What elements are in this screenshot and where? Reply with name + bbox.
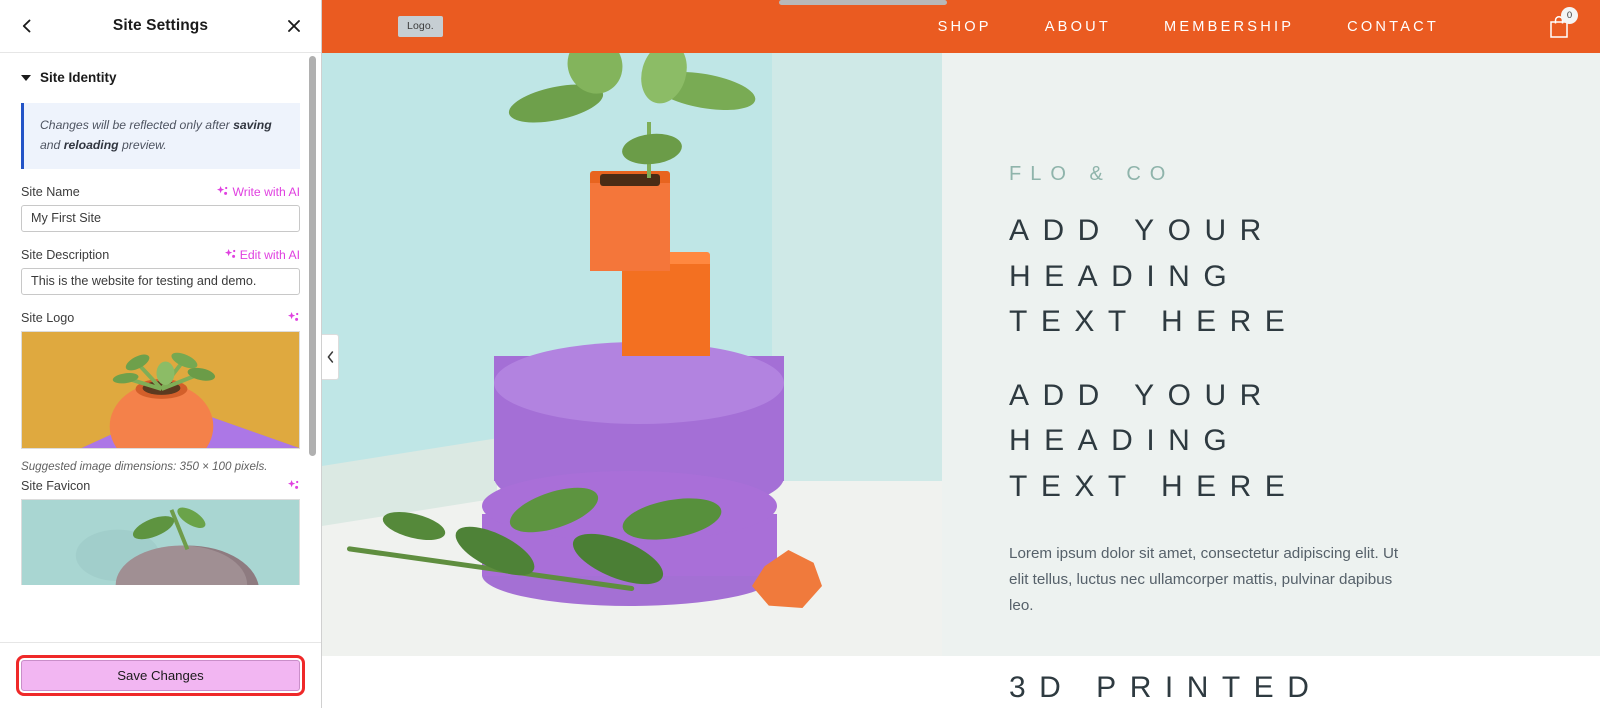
hero-heading-2-line-2: HEADING (1009, 424, 1241, 458)
field-site-description: Site Description Edit with AI (21, 248, 300, 295)
write-with-ai-label: Write with AI (232, 184, 300, 199)
hero-heading-2-line-3: TEXT HERE (1009, 469, 1299, 503)
chevron-left-icon (327, 351, 333, 363)
hero-heading-2: ADD YOUR HEADING TEXT HERE (1009, 373, 1600, 510)
section-title: Site Identity (40, 70, 117, 85)
photo-orange-cube-pot (590, 183, 670, 271)
chevron-left-icon (22, 19, 31, 33)
section-site-identity-header[interactable]: Site Identity (21, 70, 300, 85)
site-logo-placeholder[interactable]: Logo. (398, 16, 443, 37)
panel-collapse-handle[interactable] (322, 334, 339, 380)
nav-item-membership[interactable]: MEMBERSHIP (1164, 19, 1294, 35)
hero-eyebrow: FLO & CO (1009, 163, 1175, 185)
photo-soil (600, 174, 660, 186)
site-favicon-label: Site Favicon (21, 478, 91, 493)
site-description-input[interactable] (21, 267, 300, 295)
site-favicon-ai-button[interactable] (287, 479, 300, 492)
hero-heading-2-line-1: ADD YOUR (1009, 378, 1275, 412)
site-description-label: Site Description (21, 247, 110, 262)
close-button[interactable] (281, 13, 307, 39)
site-favicon-image (22, 499, 299, 585)
hero-image (322, 53, 942, 656)
cart-count-badge: 0 (1561, 6, 1578, 24)
close-icon (288, 20, 300, 32)
notice-bold-saving: saving (233, 118, 272, 132)
notice-text-2: and (40, 137, 64, 152)
hero-bottom-heading: 3D PRINTED (1009, 670, 1323, 704)
preview-horizontal-scrollbar[interactable] (779, 0, 947, 5)
panel-title: Site Settings (112, 17, 209, 34)
site-logo-hint: Suggested image dimensions: 350 × 100 pi… (21, 459, 268, 473)
site-preview: Logo. SHOP ABOUT MEMBERSHIP CONTACT 0 FL… (322, 0, 1600, 708)
site-logo-thumbnail[interactable] (21, 330, 300, 449)
field-site-favicon: Site Favicon (21, 479, 300, 585)
site-navbar: Logo. SHOP ABOUT MEMBERSHIP CONTACT 0 (322, 0, 1600, 53)
cart-button[interactable]: 0 (1544, 6, 1578, 42)
field-site-name-row: Site Name Write with AI (21, 185, 300, 199)
notice-text-3: preview. (118, 137, 167, 152)
nav-menu: SHOP ABOUT MEMBERSHIP CONTACT 0 (938, 6, 1578, 42)
back-button[interactable] (14, 13, 40, 39)
nav-item-shop[interactable]: SHOP (938, 19, 992, 35)
sparkle-ai-icon (224, 249, 236, 258)
panel-scroll-area: Site Identity Changes will be reflected … (0, 53, 321, 642)
hero-heading-1-line-3: TEXT HERE (1009, 305, 1299, 339)
site-settings-panel: Site Settings Site Identity Changes will… (0, 0, 322, 708)
sparkle-ai-icon (288, 312, 299, 321)
notice-text-1: Changes will be reflected only after (40, 118, 234, 132)
edit-with-ai-button[interactable]: Edit with AI (224, 248, 300, 262)
field-site-description-row: Site Description Edit with AI (21, 248, 300, 262)
save-changes-button[interactable]: Save Changes (16, 655, 305, 696)
hero-text-block: FLO & CO ADD YOUR HEADING TEXT HERE ADD … (942, 53, 1600, 704)
panel-header: Site Settings (0, 0, 321, 53)
site-favicon-thumbnail[interactable] (21, 498, 300, 585)
hero-paragraph: Lorem ipsum dolor sit amet, consectetur … (1009, 544, 1399, 614)
chevron-down-icon (21, 74, 31, 81)
sparkle-ai-icon (217, 186, 228, 195)
field-site-logo-row: Site Logo (21, 311, 300, 325)
site-name-input[interactable] (21, 204, 300, 232)
field-site-logo: Site Logo Suggested image dimensions: 35… (21, 311, 300, 473)
photo-backdrop-wall-right (772, 53, 942, 531)
sparkle-ai-icon (288, 480, 299, 489)
site-logo-ai-button[interactable] (287, 311, 300, 324)
nav-item-contact[interactable]: CONTACT (1347, 19, 1439, 35)
panel-scrollbar[interactable] (309, 56, 316, 456)
photo-orange-cube-lower (622, 264, 710, 356)
write-with-ai-button[interactable]: Write with AI (216, 185, 300, 199)
site-logo-image (22, 331, 299, 448)
hero-heading-1: ADD YOUR HEADING TEXT HERE (1009, 208, 1600, 345)
hero-section: FLO & CO ADD YOUR HEADING TEXT HERE ADD … (322, 53, 1600, 704)
site-name-label: Site Name (21, 184, 80, 199)
field-site-name: Site Name Write with AI (21, 185, 300, 232)
nav-item-about[interactable]: ABOUT (1045, 19, 1111, 35)
site-logo-label: Site Logo (21, 310, 75, 325)
field-site-favicon-row: Site Favicon (21, 479, 300, 493)
save-reload-notice: Changes will be reflected only after sav… (21, 103, 300, 169)
hero-heading-1-line-2: HEADING (1009, 259, 1241, 293)
panel-footer: Save Changes (0, 642, 321, 708)
notice-bold-reloading: reloading (63, 137, 119, 152)
edit-with-ai-label: Edit with AI (239, 247, 300, 262)
hero-heading-1-line-1: ADD YOUR (1009, 214, 1275, 247)
